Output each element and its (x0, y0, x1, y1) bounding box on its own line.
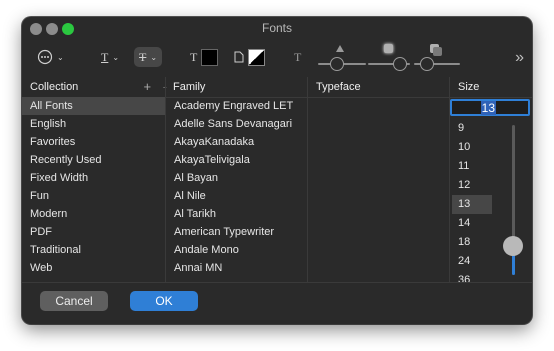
add-remove-collection: + - (143, 77, 167, 97)
family-item[interactable]: AkayaKanadaka (166, 133, 307, 151)
action-menu-button[interactable]: ⌄ (32, 47, 69, 67)
document-color-swatch[interactable] (248, 48, 265, 66)
slider-knob[interactable] (330, 57, 344, 71)
titlebar: Fonts (22, 17, 532, 41)
collection-item[interactable]: Recently Used (22, 151, 165, 169)
triangle-icon (336, 45, 344, 52)
offset-shadow-icon (433, 47, 442, 56)
size-option[interactable]: 13 (452, 195, 492, 214)
footer: Cancel OK (22, 282, 532, 324)
family-item[interactable]: American Typewriter (166, 223, 307, 241)
family-item[interactable]: Adelle Sans Devanagari (166, 115, 307, 133)
family-item[interactable]: Al Tarikh (166, 205, 307, 223)
text-color-button[interactable]: T (190, 47, 219, 67)
collection-item[interactable]: Favorites (22, 133, 165, 151)
collection-item[interactable]: English (22, 115, 165, 133)
family-item[interactable]: Al Nile (166, 187, 307, 205)
collection-header: Collection + - (22, 77, 173, 98)
shadow-blur-slider[interactable] (368, 43, 410, 73)
collection-list[interactable]: All Fonts English Favorites Recently Used Fi… (22, 97, 165, 282)
collection-item[interactable]: Modern (22, 205, 165, 223)
size-list[interactable]: 9 10 11 12 13 14 18 24 36 (452, 119, 492, 290)
ok-button[interactable]: OK (130, 291, 198, 311)
shadow-offset-slider[interactable] (414, 43, 460, 73)
chevron-down-icon: ⌄ (112, 52, 120, 62)
slider-knob[interactable] (420, 57, 434, 71)
family-item[interactable]: Andale Mono (166, 241, 307, 259)
size-slider-knob[interactable] (503, 236, 523, 256)
chevron-down-icon: ⌄ (57, 52, 64, 62)
fonts-window: Fonts ⌄ T ⌄ T ⌄ T T » Collection + Famil… (22, 17, 532, 324)
text-underline-button[interactable]: T ⌄ (96, 47, 124, 67)
collection-item[interactable]: Web (22, 259, 165, 277)
text-color-icon: T (190, 49, 198, 64)
collection-item[interactable]: Traditional (22, 241, 165, 259)
blur-icon (384, 44, 393, 53)
shadow-icon: T (294, 49, 302, 64)
size-option[interactable]: 14 (452, 214, 492, 233)
document-color-button[interactable] (234, 47, 265, 67)
size-slider-fill (512, 255, 515, 275)
font-browser: Collection + - Family Typeface Size All … (22, 77, 532, 286)
toolbar: ⌄ T ⌄ T ⌄ T T » (22, 41, 532, 77)
family-item[interactable]: Academy Engraved LET (166, 97, 307, 115)
slider-knob[interactable] (393, 57, 407, 71)
family-item[interactable]: AkayaTelivigala (166, 151, 307, 169)
text-color-swatch[interactable] (201, 48, 219, 66)
family-header[interactable]: Family (165, 77, 307, 98)
typeface-header[interactable]: Typeface (308, 77, 450, 98)
collection-item[interactable]: All Fonts (22, 97, 165, 115)
family-list[interactable]: Academy Engraved LET Adelle Sans Devanaga… (166, 97, 307, 282)
size-input-value: 13 (480, 101, 496, 115)
underline-icon: T (101, 49, 109, 64)
collection-item[interactable]: PDF (22, 223, 165, 241)
toolbar-overflow-icon[interactable]: » (515, 49, 524, 67)
size-header: Size (450, 77, 532, 98)
cancel-button[interactable]: Cancel (40, 291, 108, 311)
size-option[interactable]: 10 (452, 138, 492, 157)
document-icon (234, 51, 244, 63)
chevron-down-icon: ⌄ (150, 52, 158, 62)
family-item[interactable]: Annai MN (166, 259, 307, 277)
shadow-button[interactable]: T (294, 47, 301, 67)
text-strikethrough-button[interactable]: T ⌄ (134, 47, 163, 67)
window-title: Fonts (261, 21, 292, 35)
ellipsis-circle-icon (37, 49, 53, 65)
family-item[interactable]: Al Bayan (166, 169, 307, 187)
add-collection-button[interactable]: + (143, 79, 151, 94)
strikethrough-icon: T (139, 49, 147, 64)
shadow-opacity-slider[interactable] (318, 43, 366, 73)
size-option[interactable]: 9 (452, 119, 492, 138)
collection-item[interactable]: Fun (22, 187, 165, 205)
typeface-list[interactable] (308, 97, 449, 282)
size-option[interactable]: 11 (452, 157, 492, 176)
size-option[interactable]: 24 (452, 252, 492, 271)
collection-item[interactable]: Fixed Width (22, 169, 165, 187)
size-option[interactable]: 18 (452, 233, 492, 252)
size-input[interactable]: 13 (450, 99, 530, 116)
collection-header-label: Collection (30, 81, 79, 93)
size-option[interactable]: 12 (452, 176, 492, 195)
